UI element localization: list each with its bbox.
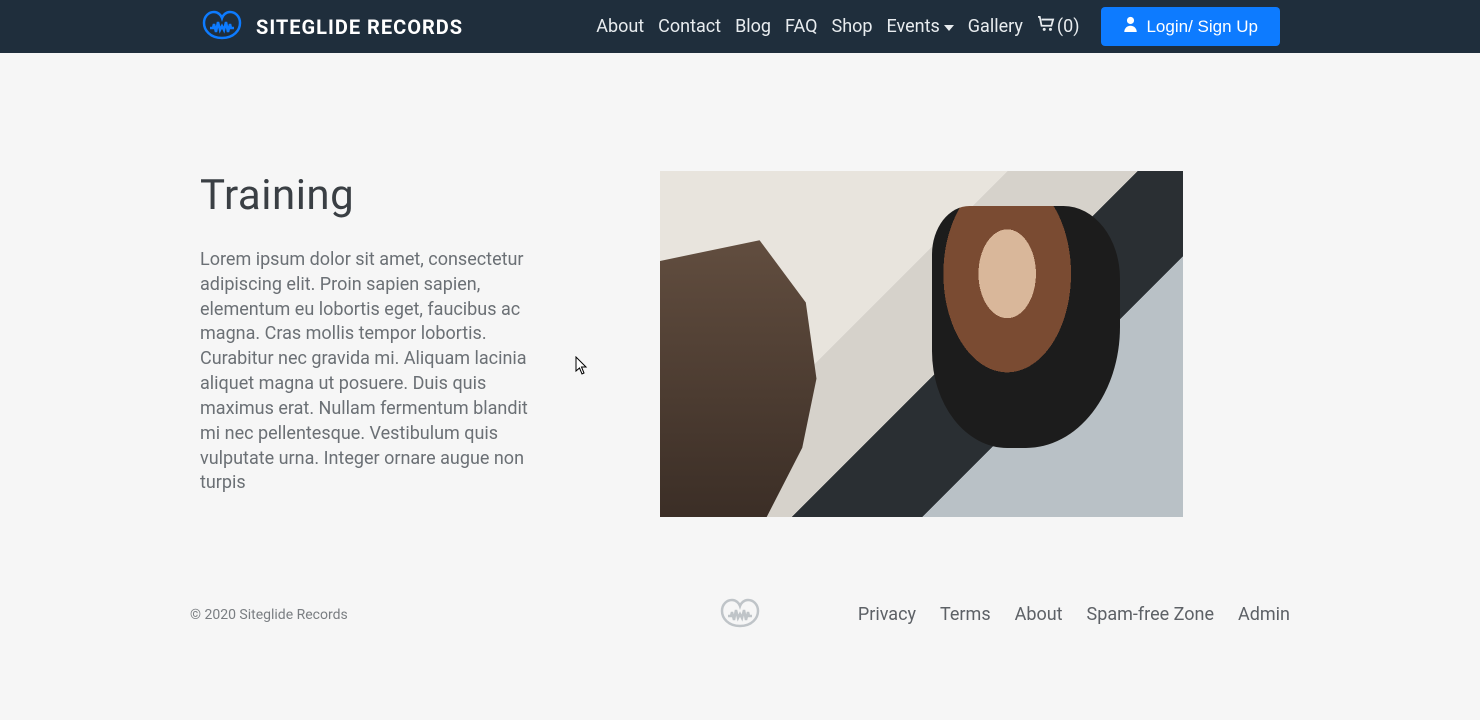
nav-about[interactable]: About — [596, 16, 644, 37]
footer-spam[interactable]: Spam-free Zone — [1087, 604, 1214, 625]
brand[interactable]: SITEGLIDE RECORDS — [200, 8, 463, 46]
navbar: SITEGLIDE RECORDS About Contact Blog FAQ… — [0, 0, 1480, 53]
footer-links: Privacy Terms About Spam-free Zone Admin — [858, 604, 1290, 625]
cart-icon — [1037, 16, 1055, 37]
nav-blog[interactable]: Blog — [735, 16, 771, 37]
footer-logo-icon — [718, 596, 762, 634]
login-label: Login/ Sign Up — [1146, 17, 1258, 37]
chevron-down-icon — [944, 25, 954, 31]
nav-links: About Contact Blog FAQ Shop Events Galle… — [596, 7, 1280, 46]
body-text: Lorem ipsum dolor sit amet, consectetur … — [200, 248, 530, 496]
footer: © 2020 Siteglide Records Privacy Terms A… — [0, 604, 1480, 625]
footer-about[interactable]: About — [1015, 604, 1063, 625]
cart-button[interactable]: (0) — [1037, 16, 1080, 37]
footer-admin[interactable]: Admin — [1238, 604, 1290, 625]
cart-count: (0) — [1057, 16, 1080, 37]
nav-shop[interactable]: Shop — [832, 16, 873, 37]
page-title: Training — [200, 171, 530, 220]
user-icon — [1123, 16, 1138, 37]
login-signup-button[interactable]: Login/ Sign Up — [1101, 7, 1280, 46]
nav-events-label: Events — [887, 16, 940, 37]
text-column: Training Lorem ipsum dolor sit amet, con… — [200, 171, 530, 517]
footer-privacy[interactable]: Privacy — [858, 604, 916, 625]
nav-contact[interactable]: Contact — [658, 16, 721, 37]
footer-terms[interactable]: Terms — [940, 604, 991, 625]
nav-events[interactable]: Events — [887, 16, 954, 37]
nav-faq[interactable]: FAQ — [785, 16, 817, 37]
nav-gallery[interactable]: Gallery — [968, 16, 1023, 37]
logo-icon — [200, 8, 244, 46]
copyright: © 2020 Siteglide Records — [190, 607, 348, 623]
hero-image — [660, 171, 1183, 517]
brand-text: SITEGLIDE RECORDS — [256, 15, 463, 39]
main-content: Training Lorem ipsum dolor sit amet, con… — [0, 53, 1480, 597]
image-column — [660, 171, 1280, 517]
